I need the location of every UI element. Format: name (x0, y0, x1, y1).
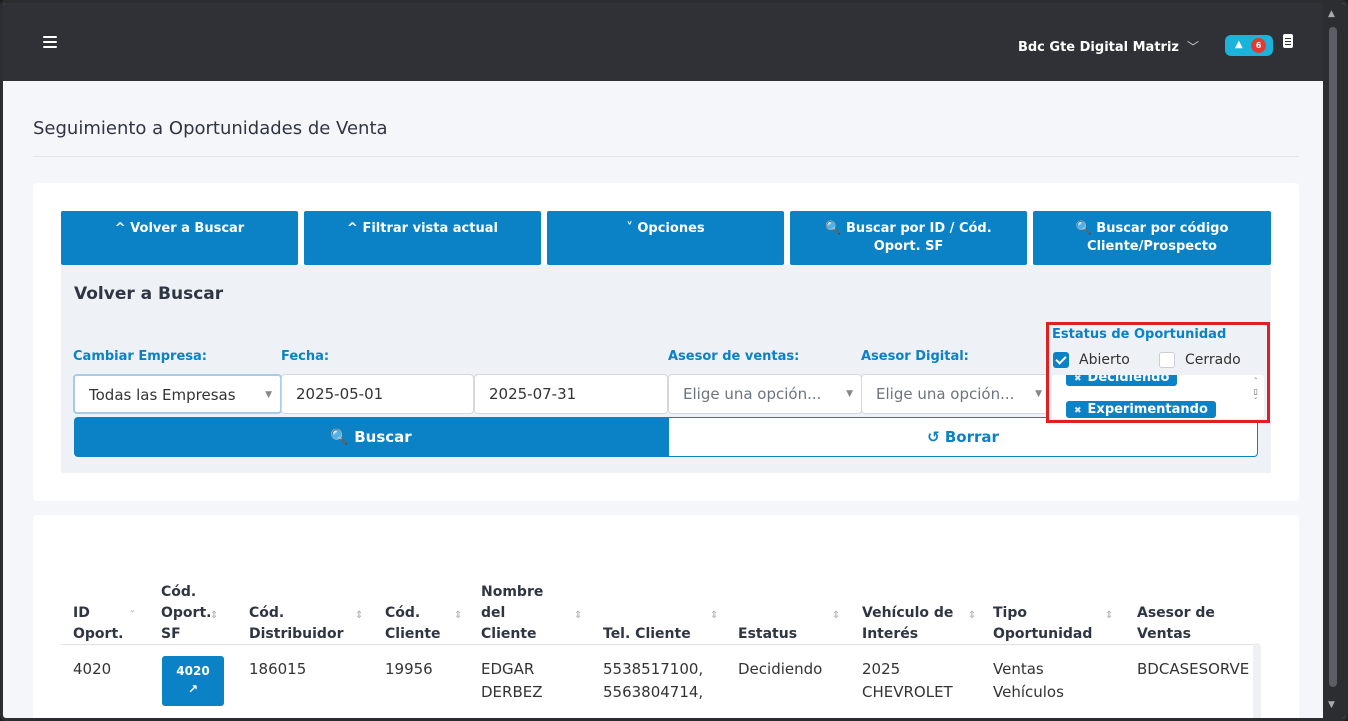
tag-experimentando[interactable]: ✖ Experimentando (1066, 401, 1216, 418)
buscar-id-button[interactable]: 🔍 Buscar por ID / Cód. Oport. SF (790, 211, 1027, 265)
scroll-thumb[interactable] (1329, 27, 1337, 687)
notification-count: 6 (1251, 38, 1266, 53)
col-estatus[interactable]: Estatus (738, 624, 828, 645)
col-tel[interactable]: Tel. Cliente (603, 624, 723, 645)
filtrar-vista-button[interactable]: ^ Filtrar vista actual (304, 211, 541, 265)
cell-cliente: 19956 (385, 660, 433, 678)
cell-asesor: BDCASESORVE (1137, 660, 1250, 678)
status-filter: Estatus de Oportunidad Abierto Cerrado ✖… (1046, 322, 1270, 423)
header-divider (61, 644, 1259, 645)
asesor-ventas-placeholder: Elige una opción... (683, 385, 822, 403)
sort-icon[interactable]: ⇕ (968, 610, 976, 621)
fecha-hasta-input[interactable]: 2025-07-31 (474, 374, 668, 414)
table-scrollbar[interactable] (1253, 643, 1261, 718)
cell-tel: 5538517100, 5563804714, (603, 660, 704, 701)
open-opportunity-button[interactable]: 4020 ↗ (162, 656, 224, 706)
borrar-button[interactable]: ↺ Borrar (668, 417, 1258, 457)
col-cod-sf[interactable]: Cód. Oport. SF (161, 582, 211, 645)
remove-icon[interactable]: ✖ (1074, 375, 1082, 384)
empresa-label: Cambiar Empresa: (73, 349, 207, 364)
user-name: Bdc Gte Digital Matriz (1017, 40, 1179, 55)
cell-vehiculo: 2025 CHEVROLET (862, 660, 953, 701)
abierto-checkbox[interactable] (1053, 352, 1069, 368)
sort-down-icon[interactable]: ˅ (130, 610, 135, 621)
app-window: Bdc Gte Digital Matriz ﹀ ▲ 6 ▲ ▼ Seguimie… (0, 0, 1348, 721)
search-icon: 🔍 (330, 428, 355, 446)
tag-decidiendo[interactable]: ✖ Decidiendo (1066, 375, 1178, 386)
window-scrollbar[interactable]: ▲ ▼ (1323, 3, 1345, 718)
fecha-hasta-value: 2025-07-31 (489, 385, 577, 403)
external-link-icon: ↗ (187, 682, 199, 696)
clipboard-icon[interactable] (1283, 34, 1293, 48)
col-vehiculo[interactable]: Vehículo de Interés (862, 603, 962, 645)
results-card: ID Oport. ˅ Cód. Oport. SF ⇕ Cód. Distri… (33, 515, 1299, 718)
empresa-select[interactable]: Todas las Empresas ▼ (73, 374, 282, 414)
fecha-desde-value: 2025-05-01 (296, 385, 384, 403)
caret-down-icon: ▼ (846, 389, 853, 399)
panel-title: Volver a Buscar (74, 284, 224, 304)
caret-down-icon: ▼ (265, 390, 272, 400)
undo-icon: ↺ (927, 428, 945, 446)
col-nombre[interactable]: Nombre del Cliente (481, 582, 561, 645)
opciones-button[interactable]: ˅ Opciones (547, 211, 784, 265)
buscar-label: Buscar (354, 428, 412, 446)
cell-tipo: Ventas Vehículos (993, 660, 1064, 701)
asesor-digital-select[interactable]: Elige una opción... ▼ (861, 374, 1051, 414)
fecha-label: Fecha: (281, 349, 330, 364)
remove-icon[interactable]: ✖ (1074, 406, 1082, 416)
sort-icon[interactable]: ⇕ (832, 610, 840, 621)
sort-icon[interactable]: ⇕ (454, 610, 462, 621)
asesor-ventas-label: Asesor de ventas: (668, 349, 800, 364)
asesor-ventas-select[interactable]: Elige una opción... ▼ (668, 374, 862, 414)
sort-icon[interactable]: ⇕ (1105, 610, 1113, 621)
abierto-label: Abierto (1079, 352, 1130, 368)
cell-nombre: EDGAR DERBEZ (481, 660, 543, 701)
volver-buscar-button[interactable]: ^ Volver a Buscar (61, 211, 298, 265)
chevron-down-icon: ﹀ (1186, 40, 1199, 54)
table-header: ID Oport. ˅ Cód. Oport. SF ⇕ Cód. Distri… (33, 555, 1299, 645)
status-label: Estatus de Oportunidad (1052, 327, 1227, 342)
cell-distribuidor: 186015 (249, 660, 307, 678)
asesor-digital-placeholder: Elige una opción... (876, 385, 1015, 403)
menu-icon[interactable] (43, 36, 57, 51)
tags-scrollbar[interactable]: ˆ ▯ ˇ (1254, 377, 1258, 407)
caret-down-icon: ▼ (1035, 389, 1042, 399)
top-navbar: Bdc Gte Digital Matriz ﹀ ▲ 6 (3, 3, 1323, 81)
cell-id: 4020 (73, 660, 112, 678)
col-asesor[interactable]: Asesor de Ventas (1137, 603, 1227, 645)
divider (33, 156, 1299, 157)
col-tipo[interactable]: Tipo Oportunidad (993, 603, 1108, 645)
cell-estatus: Decidiendo (738, 660, 823, 678)
tag-label: Decidiendo (1087, 375, 1170, 385)
user-menu[interactable]: Bdc Gte Digital Matriz ﹀ (1018, 38, 1199, 55)
page-title: Seguimiento a Oportunidades de Venta (33, 118, 388, 139)
buscar-button[interactable]: 🔍 Buscar (74, 417, 668, 457)
tag-label: Experimentando (1087, 402, 1208, 417)
col-cliente[interactable]: Cód. Cliente (385, 603, 455, 645)
fecha-desde-input[interactable]: 2025-05-01 (281, 374, 474, 414)
buscar-codigo-button[interactable]: 🔍 Buscar por código Cliente/Prospecto (1033, 211, 1271, 265)
borrar-label: Borrar (944, 428, 999, 446)
cerrado-label: Cerrado (1185, 352, 1241, 368)
sort-icon[interactable]: ⇕ (210, 610, 218, 621)
scroll-down-icon[interactable]: ▼ (1328, 700, 1335, 710)
col-distribuidor[interactable]: Cód. Distribuidor (249, 603, 359, 645)
sort-icon[interactable]: ⇕ (355, 610, 363, 621)
sort-icon[interactable]: ⇕ (574, 610, 582, 621)
notifications-button[interactable]: ▲ 6 (1225, 35, 1273, 56)
empresa-value: Todas las Empresas (89, 386, 236, 404)
cerrado-checkbox[interactable] (1159, 352, 1175, 368)
col-id[interactable]: ID Oport. (73, 603, 128, 645)
bell-icon: ▲ (1235, 39, 1243, 50)
cod-sf-label: 4020 (176, 664, 210, 678)
sort-icon[interactable]: ⇕ (710, 610, 718, 621)
asesor-digital-label: Asesor Digital: (861, 349, 969, 364)
scroll-up-icon[interactable]: ▲ (1328, 9, 1335, 19)
status-tags[interactable]: ✖ Decidiendo ✖ Experimentando ˆ ▯ ˇ (1052, 375, 1264, 419)
